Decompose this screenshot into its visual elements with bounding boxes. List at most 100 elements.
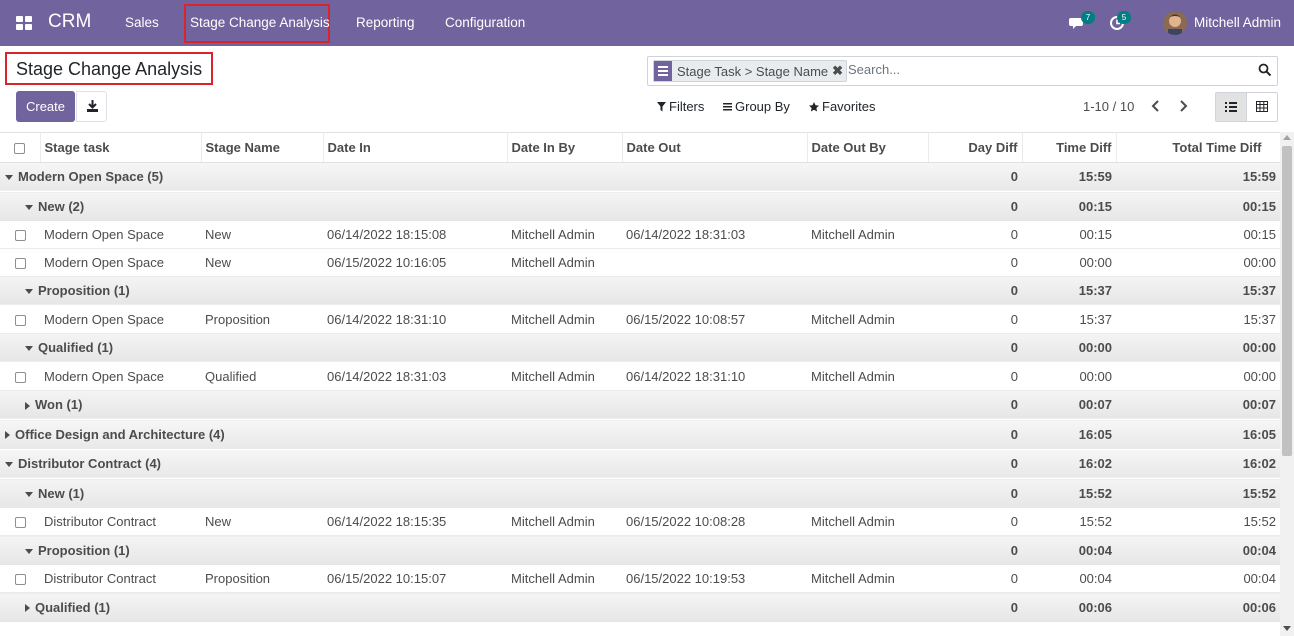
group-by-button[interactable]: Group By [723, 99, 790, 114]
download-button[interactable] [76, 91, 107, 122]
caret-down-icon[interactable] [25, 289, 33, 295]
group-label: Qualified (1) [38, 340, 114, 356]
group-row[interactable]: New (1) 0 15:52 15:52 [0, 478, 1280, 509]
cell-stage-task: Modern Open Space [40, 248, 201, 277]
create-button[interactable]: Create [16, 91, 75, 122]
chevron-left-icon[interactable] [1150, 99, 1162, 113]
facet-remove-icon[interactable]: ✖ [832, 63, 846, 79]
row-checkbox[interactable] [14, 257, 26, 269]
favorites-button[interactable]: Favorites [809, 99, 875, 114]
caret-down-icon[interactable] [25, 204, 33, 210]
scroll-up-arrow-icon[interactable] [1283, 135, 1291, 140]
col-day-diff[interactable]: Day Diff [928, 133, 1023, 163]
col-total-time-diff[interactable]: Total Time Diff [1116, 133, 1280, 163]
row-checkbox[interactable] [14, 230, 26, 242]
table-row[interactable]: Modern Open Space New 06/14/2022 18:15:08 M… [0, 221, 1280, 249]
select-all-header[interactable] [0, 133, 41, 163]
search-input[interactable] [848, 62, 1238, 77]
caret-right-icon[interactable] [25, 604, 30, 613]
user-avatar[interactable] [1163, 11, 1187, 35]
row-checkbox[interactable] [14, 371, 26, 383]
search-bar[interactable]: Stage Task > Stage Name ✖ [647, 56, 1278, 86]
group-header-cell[interactable]: Qualified (1) [0, 333, 928, 363]
caret-right-icon[interactable] [25, 401, 30, 410]
group-row[interactable]: Modern Open Space (5) 0 15:59 15:59 [0, 162, 1280, 192]
row-select-cell[interactable] [0, 362, 40, 391]
row-checkbox[interactable] [14, 517, 26, 529]
group-header-cell[interactable]: Proposition (1) [0, 276, 928, 306]
menu-reporting[interactable]: Reporting [356, 15, 415, 30]
row-select-cell[interactable] [0, 221, 40, 249]
col-date-out[interactable]: Date Out [622, 133, 808, 163]
group-header-cell[interactable]: Qualified (1) [0, 592, 928, 623]
list-view-button[interactable] [1215, 92, 1247, 122]
cell-stage-task: Distributor Contract [40, 508, 201, 536]
chevron-right-icon[interactable] [1177, 99, 1189, 113]
group-header-cell[interactable]: New (1) [0, 478, 928, 509]
cell-total-time-diff: 15:37 [1116, 305, 1280, 334]
table-row[interactable]: Modern Open Space New 06/15/2022 10:16:05 M… [0, 248, 1280, 277]
table-row[interactable]: Distributor Contract New 06/14/2022 18:15:… [0, 508, 1280, 536]
group-row[interactable]: Proposition (1) 0 00:04 00:04 [0, 535, 1280, 566]
cell-day-diff: 0 [928, 508, 1022, 536]
group-row[interactable]: Distributor Contract (4) 0 16:02 16:02 [0, 449, 1280, 479]
caret-down-icon[interactable] [25, 491, 33, 497]
row-checkbox[interactable] [14, 314, 26, 326]
user-name[interactable]: Mitchell Admin [1194, 15, 1281, 30]
menu-configuration[interactable]: Configuration [445, 15, 525, 30]
group-row[interactable]: New (2) 0 00:15 00:15 [0, 191, 1280, 222]
table-row[interactable]: Distributor Contract Proposition 06/15/202… [0, 565, 1280, 593]
row-select-cell[interactable] [0, 305, 40, 334]
group-header-cell[interactable]: Office Design and Architecture (4) [0, 419, 928, 450]
cell-total-time-diff: 00:00 [1116, 362, 1280, 391]
pivot-view-button[interactable] [1247, 92, 1278, 122]
col-time-diff[interactable]: Time Diff [1022, 133, 1117, 163]
menu-sales[interactable]: Sales [125, 15, 159, 30]
group-total-time-diff: 00:00 [1116, 333, 1280, 363]
search-icon[interactable] [1258, 63, 1272, 77]
group-row[interactable]: Proposition (1) 0 15:37 15:37 [0, 276, 1280, 306]
group-row[interactable]: Qualified (1) 0 00:00 00:00 [0, 333, 1280, 363]
col-stage-task[interactable]: Stage task [40, 133, 202, 163]
pager-value[interactable]: 1-10 / 10 [1083, 99, 1134, 114]
group-day-diff: 0 [928, 390, 1022, 420]
vertical-scrollbar[interactable] [1280, 132, 1294, 636]
table-body: Modern Open Space (5) 0 15:59 15:59 New (2) 0… [0, 162, 1280, 623]
row-checkbox[interactable] [14, 574, 26, 586]
group-total-time-diff: 16:05 [1116, 419, 1280, 450]
apps-menu-icon[interactable] [16, 16, 32, 30]
group-header-cell[interactable]: Modern Open Space (5) [0, 162, 928, 192]
caret-down-icon[interactable] [25, 548, 33, 554]
scroll-down-arrow-icon[interactable] [1283, 626, 1291, 631]
group-row[interactable]: Won (1) 0 00:07 00:07 [0, 390, 1280, 420]
select-all-checkbox[interactable] [14, 142, 26, 154]
table-row[interactable]: Modern Open Space Qualified 06/14/2022 18:… [0, 362, 1280, 391]
filters-button[interactable]: Filters [657, 99, 704, 114]
menu-stage-change-analysis[interactable]: Stage Change Analysis [190, 15, 330, 30]
group-total-time-diff: 15:59 [1116, 162, 1280, 192]
caret-down-icon[interactable] [5, 175, 13, 181]
cell-date-in: 06/14/2022 18:15:35 [323, 508, 507, 536]
caret-right-icon[interactable] [5, 431, 10, 440]
group-header-cell[interactable]: Distributor Contract (4) [0, 449, 928, 479]
col-date-in[interactable]: Date In [323, 133, 508, 163]
group-header-cell[interactable]: Won (1) [0, 390, 928, 420]
page-title: Stage Change Analysis [16, 59, 203, 79]
group-row[interactable]: Qualified (1) 0 00:06 00:06 [0, 592, 1280, 623]
search-facet: Stage Task > Stage Name ✖ [653, 60, 848, 82]
scroll-thumb[interactable] [1282, 146, 1292, 456]
col-stage-name[interactable]: Stage Name [201, 133, 324, 163]
app-brand[interactable]: CRM [48, 11, 91, 33]
row-select-cell[interactable] [0, 248, 40, 277]
group-header-cell[interactable]: New (2) [0, 191, 928, 222]
col-date-in-by[interactable]: Date In By [507, 133, 623, 163]
caret-down-icon[interactable] [25, 346, 33, 352]
col-date-out-by[interactable]: Date Out By [807, 133, 929, 163]
caret-down-icon[interactable] [5, 462, 13, 468]
group-header-cell[interactable]: Proposition (1) [0, 535, 928, 566]
group-row[interactable]: Office Design and Architecture (4) 0 16:05… [0, 419, 1280, 450]
row-select-cell[interactable] [0, 508, 40, 536]
row-select-cell[interactable] [0, 565, 40, 593]
table-row[interactable]: Modern Open Space Proposition 06/14/2022 1… [0, 305, 1280, 334]
top-navbar: CRM Sales Stage Change Analysis Reportin… [0, 0, 1294, 46]
